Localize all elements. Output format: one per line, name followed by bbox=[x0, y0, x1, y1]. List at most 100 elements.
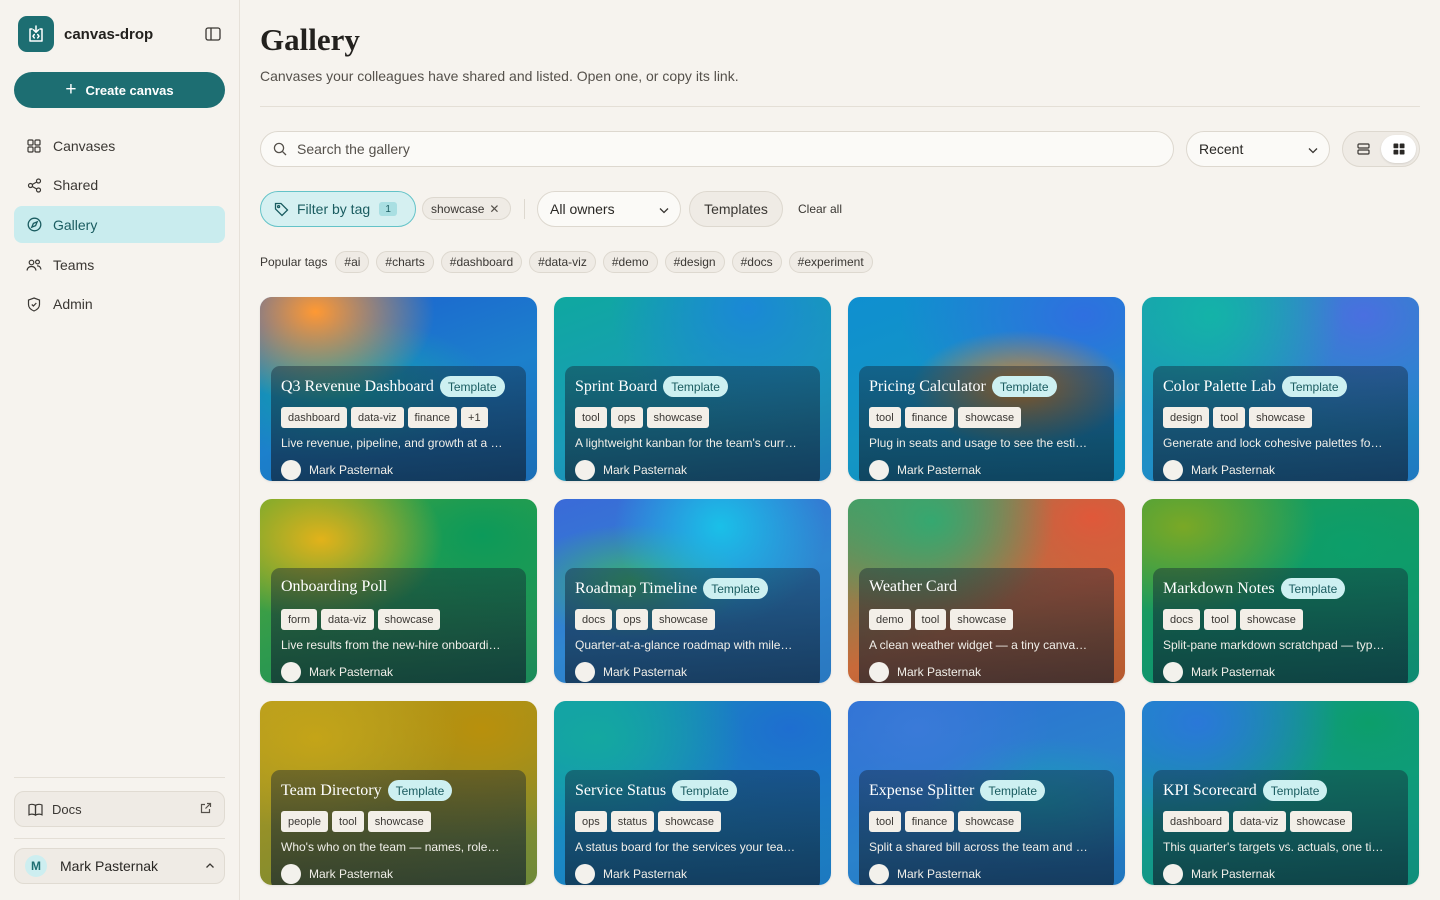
filter-count-badge: 1 bbox=[379, 202, 398, 216]
sidebar-item-label: Admin bbox=[53, 296, 93, 313]
sidebar-item-label: Shared bbox=[53, 177, 99, 194]
sidebar-item-label: Canvases bbox=[53, 137, 116, 154]
card-tag[interactable]: finance bbox=[904, 811, 955, 832]
sidebar-divider bbox=[14, 777, 225, 778]
canvas-card[interactable]: Color Palette Lab Template design tool sho… bbox=[1142, 297, 1419, 481]
card-tag[interactable]: dashboard bbox=[1163, 811, 1229, 832]
canvas-card[interactable]: Team Directory Template people tool showca… bbox=[260, 701, 537, 885]
sidebar-item-gallery[interactable]: Gallery bbox=[14, 206, 225, 244]
card-tag[interactable]: docs bbox=[575, 609, 613, 630]
grid-view-button[interactable] bbox=[1381, 135, 1416, 163]
popular-tag[interactable]: #charts bbox=[376, 251, 434, 273]
card-tag[interactable]: showcase bbox=[1249, 407, 1313, 428]
sidebar-item-admin[interactable]: Admin bbox=[14, 286, 225, 323]
popular-tag[interactable]: #docs bbox=[731, 251, 782, 273]
card-tag[interactable]: ops bbox=[610, 407, 643, 428]
card-tag[interactable]: tool bbox=[1204, 609, 1236, 630]
template-badge: Template bbox=[980, 780, 1046, 801]
sort-select[interactable]: Recent bbox=[1186, 131, 1330, 167]
card-tag[interactable]: showcase bbox=[1289, 811, 1353, 832]
owner-avatar bbox=[1163, 662, 1183, 682]
popular-tag[interactable]: #data-viz bbox=[529, 251, 596, 273]
card-tag[interactable]: finance bbox=[407, 407, 458, 428]
collapse-sidebar-button[interactable] bbox=[202, 24, 224, 44]
card-description: A status board for the services your tea… bbox=[575, 840, 797, 854]
popular-tag[interactable]: #demo bbox=[602, 251, 658, 273]
card-tag[interactable]: showcase bbox=[958, 407, 1022, 428]
card-tag[interactable]: data-viz bbox=[351, 407, 404, 428]
sidebar-item-shared[interactable]: Shared bbox=[14, 167, 225, 204]
card-owner: Mark Pasternak bbox=[869, 662, 981, 682]
sidebar-item-label: Gallery bbox=[53, 216, 98, 233]
canvas-card[interactable]: Weather Card demo tool showcase A clean we… bbox=[848, 499, 1125, 683]
card-tag[interactable]: tool bbox=[869, 811, 901, 832]
card-tag[interactable]: docs bbox=[1163, 609, 1201, 630]
card-tag[interactable]: tool bbox=[869, 407, 901, 428]
docs-link[interactable]: Docs bbox=[14, 791, 225, 827]
owner-name: Mark Pasternak bbox=[603, 867, 688, 881]
canvas-card[interactable]: Expense Splitter Template tool finance sho… bbox=[848, 701, 1125, 885]
sidebar-item-teams[interactable]: Teams bbox=[14, 246, 225, 283]
canvas-card[interactable]: Onboarding Poll form data-viz showcase Liv… bbox=[260, 499, 537, 683]
active-tag-chip[interactable]: showcase ✕ bbox=[422, 197, 511, 220]
card-tag[interactable]: tool bbox=[575, 407, 607, 428]
card-tag[interactable]: status bbox=[610, 811, 655, 832]
card-tag[interactable]: showcase bbox=[958, 811, 1022, 832]
remove-tag-icon[interactable]: ✕ bbox=[489, 202, 499, 216]
card-tag[interactable]: form bbox=[281, 609, 317, 630]
owner-name: Mark Pasternak bbox=[1191, 867, 1276, 881]
user-menu-button[interactable]: M Mark Pasternak bbox=[14, 848, 225, 884]
card-tag[interactable]: showcase bbox=[652, 609, 715, 630]
canvas-card[interactable]: Roadmap Timeline Template docs ops showcas… bbox=[554, 499, 831, 683]
card-tag[interactable]: tool bbox=[332, 811, 364, 832]
canvas-card[interactable]: Markdown Notes Template docs tool showcase… bbox=[1142, 499, 1419, 683]
clear-all-link[interactable]: Clear all bbox=[798, 202, 842, 216]
canvas-card[interactable]: Sprint Board Template tool ops showcase A … bbox=[554, 297, 831, 481]
card-tag[interactable]: demo bbox=[869, 609, 911, 630]
card-tag[interactable]: showcase bbox=[367, 811, 431, 832]
card-tag[interactable]: showcase bbox=[658, 811, 722, 832]
card-tag[interactable]: people bbox=[281, 811, 329, 832]
card-header: Markdown Notes Template bbox=[1163, 578, 1346, 599]
card-tag[interactable]: ops bbox=[616, 609, 648, 630]
search-input[interactable] bbox=[297, 141, 1157, 157]
list-view-button[interactable] bbox=[1346, 135, 1381, 163]
card-tag[interactable]: showcase bbox=[1240, 609, 1303, 630]
popular-tag[interactable]: #experiment bbox=[788, 251, 873, 273]
card-tag[interactable]: showcase bbox=[377, 609, 441, 630]
create-canvas-button[interactable]: + Create canvas bbox=[14, 72, 225, 108]
owner-name: Mark Pasternak bbox=[897, 867, 982, 881]
sidebar-item-canvases[interactable]: Canvases bbox=[14, 127, 225, 164]
popular-tag[interactable]: #ai bbox=[335, 251, 370, 273]
canvas-drop-logo-icon bbox=[18, 16, 54, 52]
owners-select[interactable]: All owners bbox=[537, 191, 681, 227]
tag-icon bbox=[274, 202, 289, 217]
card-tag[interactable]: +1 bbox=[461, 407, 488, 428]
card-tag[interactable]: tool bbox=[1213, 407, 1246, 428]
template-badge: Template bbox=[663, 376, 728, 397]
owner-avatar bbox=[575, 864, 595, 884]
canvas-card[interactable]: KPI Scorecard Template dashboard data-viz… bbox=[1142, 701, 1419, 885]
owner-avatar bbox=[281, 662, 301, 682]
popular-tag[interactable]: #design bbox=[664, 251, 725, 273]
popular-tag[interactable]: #dashboard bbox=[440, 251, 523, 273]
templates-toggle[interactable]: Templates bbox=[689, 191, 783, 227]
card-tag[interactable]: showcase bbox=[646, 407, 710, 428]
card-tag[interactable]: data-viz bbox=[1233, 811, 1286, 832]
card-tag[interactable]: tool bbox=[914, 609, 947, 630]
card-tag[interactable]: data-viz bbox=[321, 609, 374, 630]
filter-by-tag-button[interactable]: Filter by tag 1 bbox=[260, 191, 416, 227]
card-tag[interactable]: dashboard bbox=[281, 407, 347, 428]
card-tag[interactable]: ops bbox=[575, 811, 607, 832]
canvas-card[interactable]: Pricing Calculator Template tool finance s… bbox=[848, 297, 1125, 481]
card-description: Live revenue, pipeline, and growth at a … bbox=[281, 436, 503, 450]
card-description: A lightweight kanban for the team's curr… bbox=[575, 436, 797, 450]
card-tag[interactable]: design bbox=[1163, 407, 1210, 428]
card-tag[interactable]: showcase bbox=[950, 609, 1014, 630]
grid-view-icon bbox=[1393, 143, 1404, 155]
owner-avatar bbox=[1163, 864, 1183, 884]
canvas-card[interactable]: Service Status Template ops status showcas… bbox=[554, 701, 831, 885]
canvas-card[interactable]: Q3 Revenue Dashboard Template dashboard d… bbox=[260, 297, 537, 481]
card-tag[interactable]: finance bbox=[904, 407, 955, 428]
card-description: Quarter-at-a-glance roadmap with milesto… bbox=[575, 638, 797, 652]
